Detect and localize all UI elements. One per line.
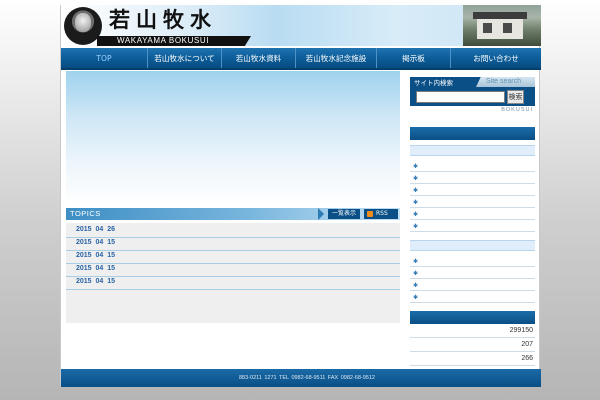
topics-list: 2015 04 26 2015 04 15 2015 04 15 2015 04… [66,223,400,323]
topic-date: 2015 04 15 [76,239,116,246]
topic-row[interactable]: 2015 04 15 [66,251,400,264]
asterisk-icon: ✱ [413,223,419,230]
topic-date: 2015 04 26 [76,226,116,233]
sidebar-link[interactable]: ✱ [410,267,535,279]
asterisk-icon: ✱ [413,258,419,265]
topic-date: 2015 04 15 [76,265,116,272]
sidebar-link[interactable]: ✱ [410,220,535,232]
sidebar-link[interactable]: ✱ [410,255,535,267]
asterisk-icon: ✱ [413,187,419,194]
counter-total-row: 299150 [410,325,535,338]
sidebar-link[interactable]: ✱ [410,172,535,184]
counter-yesterday-row: 266 [410,353,535,366]
counter-total: 299150 [509,327,533,334]
main-nav: TOP 若山牧水について 若山牧水資料 若山牧水記念施設 掲示板 お問い合わせ [61,48,541,70]
search-button[interactable]: 検索 [507,90,524,104]
sidebar-link[interactable]: ✱ [410,184,535,196]
asterisk-icon: ✱ [413,199,419,206]
topics-title: TOPICS [70,209,101,218]
page-container: 若山牧水 WAKAYAMA BOKUSUI TOP 若山牧水について 若山牧水資… [60,5,541,387]
topic-date: 2015 04 15 [76,278,116,285]
counter-yesterday: 266 [521,355,533,362]
search-tab-label: Site search [486,78,522,85]
site-search-box: サイト内検索 Site search 検索 BOKUSUI [410,77,535,117]
rss-button[interactable]: RSS [364,209,398,219]
search-footer-label: BOKUSUI [501,107,533,113]
sidebar-link[interactable]: ✱ [410,291,535,303]
nav-bulletin-board[interactable]: 掲示板 [377,48,451,68]
rss-icon [367,211,373,217]
list-view-button[interactable]: 一覧表示 [328,209,360,219]
sidebar-link[interactable]: ✱ [410,279,535,291]
sidebar-subheader [410,240,535,251]
sidebar-link[interactable]: ✱ [410,196,535,208]
topic-row[interactable]: 2015 04 26 [66,225,400,238]
rss-label: RSS [376,210,388,217]
arrow-right-icon [318,208,324,220]
counter-header [410,311,535,324]
nav-top[interactable]: TOP [61,48,148,68]
house-photo [463,5,541,46]
main-visual [66,71,400,205]
sidebar-section-header [410,127,535,140]
site-footer: 883-0211 1271 TEL 0982-68-9511 FAX 0982-… [61,369,541,387]
topic-row[interactable]: 2015 04 15 [66,277,400,290]
nav-materials[interactable]: 若山牧水資料 [222,48,296,68]
topics-header: TOPICS 一覧表示 RSS [66,208,400,220]
asterisk-icon: ✱ [413,282,419,289]
asterisk-icon: ✱ [413,211,419,218]
site-logo-kanji[interactable]: 若山牧水 [109,8,217,32]
counter-today: 207 [521,341,533,348]
nav-contact[interactable]: お問い合わせ [451,48,541,68]
topic-row[interactable]: 2015 04 15 [66,238,400,251]
search-input[interactable] [416,91,505,103]
site-header: 若山牧水 WAKAYAMA BOKUSUI [61,5,541,46]
bokusui-portrait [64,7,102,45]
nav-about[interactable]: 若山牧水について [148,48,222,68]
nav-facilities[interactable]: 若山牧水記念施設 [296,48,377,68]
asterisk-icon: ✱ [413,163,419,170]
sidebar-link[interactable]: ✱ [410,160,535,172]
counter-today-row: 207 [410,339,535,352]
search-footer: BOKUSUI [410,106,535,117]
sidebar-link[interactable]: ✱ [410,208,535,220]
asterisk-icon: ✱ [413,270,419,277]
search-label: サイト内検索 [414,79,453,87]
sidebar-subheader [410,145,535,156]
footer-contact: 883-0211 1271 TEL 0982-68-9511 FAX 0982-… [239,375,375,381]
asterisk-icon: ✱ [413,294,419,301]
topic-row[interactable]: 2015 04 15 [66,264,400,277]
topic-date: 2015 04 15 [76,252,116,259]
site-logo-roman: WAKAYAMA BOKUSUI [117,36,210,45]
asterisk-icon: ✱ [413,175,419,182]
